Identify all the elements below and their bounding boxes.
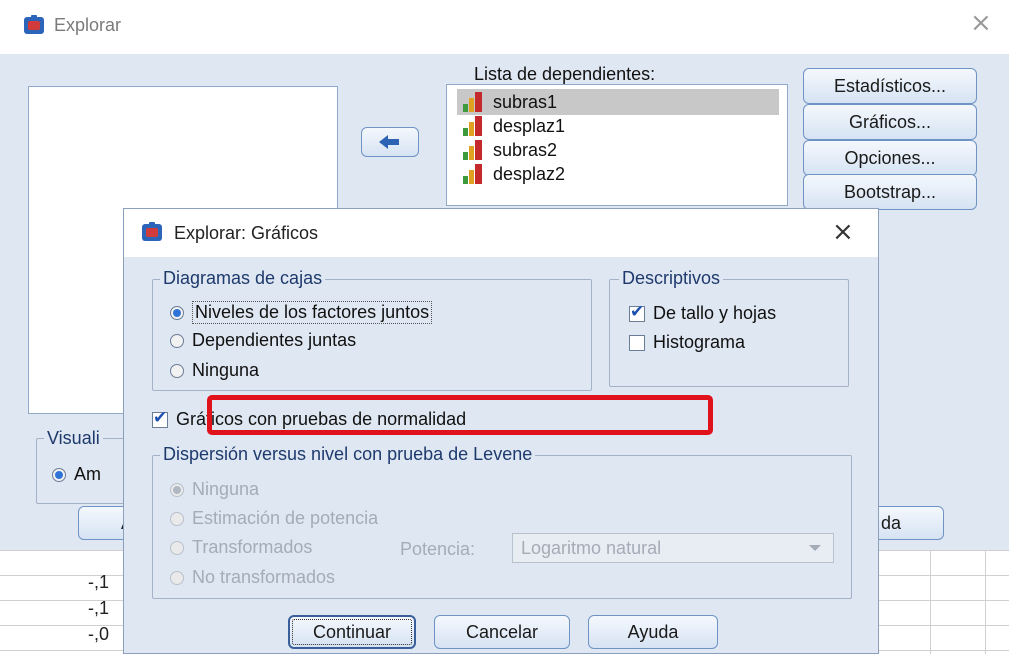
graficos-dialog: Explorar: Gráficos × Diagramas de cajas … [123, 208, 879, 654]
estimacion-potencia-radio[interactable]: Estimación de potencia [170, 508, 378, 529]
visualizacion-legend: Visuali [44, 428, 103, 449]
move-to-dependents-button[interactable] [361, 127, 419, 157]
estadisticos-button[interactable]: Estadísticos... [803, 68, 977, 104]
dependent-item-label: subras2 [493, 139, 558, 160]
dependents-list[interactable]: subras1 desplaz1 subras2 desplaz2 [446, 84, 788, 206]
chevron-down-icon [809, 545, 821, 551]
estimacion-potencia-label: Estimación de potencia [192, 508, 379, 528]
levene-ninguna-radio[interactable]: Ninguna [170, 479, 259, 500]
transformados-label: Transformados [192, 537, 313, 557]
radio-indicator [170, 540, 184, 555]
grid-line [985, 550, 986, 654]
scale-variable-icon [463, 116, 485, 136]
data-cell[interactable]: -,1 [88, 598, 109, 619]
radio-indicator [170, 333, 184, 348]
main-window-title: Explorar [54, 15, 122, 35]
ninguna-box-radio[interactable]: Ninguna [170, 360, 259, 381]
ninguna-box-label: Ninguna [192, 360, 260, 380]
ambos-label: Am [74, 464, 101, 484]
scale-variable-icon [463, 92, 485, 112]
ayuda-button[interactable]: Ayuda [588, 615, 718, 649]
dependientes-juntas-label: Dependientes juntas [192, 330, 357, 350]
dependents-list-label: Lista de dependientes: [474, 64, 656, 84]
continuar-button[interactable]: Continuar [288, 615, 416, 649]
checkbox-indicator [629, 302, 645, 322]
highlight-annotation-box [207, 395, 713, 435]
levene-legend: Dispersión versus nivel con prueba de Le… [160, 444, 536, 465]
no-transformados-radio[interactable]: No transformados [170, 567, 335, 588]
radio-indicator [170, 511, 184, 526]
niveles-factores-label: Niveles de los factores juntos [192, 301, 433, 324]
tallo-hojas-checkbox[interactable]: De tallo y hojas [629, 302, 777, 324]
checkbox-indicator [629, 334, 645, 351]
dependent-item[interactable]: desplaz1 [463, 113, 565, 139]
niveles-factores-radio[interactable]: Niveles de los factores juntos [170, 301, 433, 324]
dependent-item[interactable]: subras1 [463, 89, 557, 115]
main-title-bar: Explorar × [0, 0, 1009, 54]
potencia-label: Potencia: [400, 539, 476, 559]
opciones-button[interactable]: Opciones... [803, 140, 977, 176]
dependent-item-label: desplaz1 [493, 115, 566, 136]
dependent-item[interactable]: desplaz2 [463, 161, 565, 187]
dialog-close-icon[interactable]: × [832, 217, 854, 247]
graficos-button[interactable]: Gráficos... [803, 104, 977, 140]
scale-variable-icon [463, 164, 485, 184]
radio-indicator [52, 467, 66, 482]
no-transformados-label: No transformados [192, 567, 336, 587]
grid-line [930, 550, 931, 654]
radio-indicator [170, 363, 184, 378]
data-cell[interactable]: -,1 [88, 572, 109, 593]
ambos-radio[interactable]: Am [52, 464, 101, 485]
radio-indicator [170, 570, 184, 585]
histograma-checkbox[interactable]: Histograma [629, 332, 745, 353]
diagramas-de-cajas-legend: Diagramas de cajas [160, 268, 326, 289]
tallo-hojas-label: De tallo y hojas [653, 303, 777, 323]
arrow-left-icon [379, 135, 399, 149]
checkbox-indicator [152, 408, 168, 428]
spss-app-icon [22, 14, 46, 36]
dependent-item[interactable]: subras2 [463, 137, 557, 163]
levene-ninguna-label: Ninguna [192, 479, 260, 499]
dependent-item-label: subras1 [493, 91, 558, 112]
transformados-radio[interactable]: Transformados [170, 537, 312, 558]
potencia-select-value: Logaritmo natural [521, 538, 662, 558]
radio-indicator [170, 482, 184, 497]
cancelar-button[interactable]: Cancelar [434, 615, 570, 649]
potencia-select[interactable]: Logaritmo natural [512, 533, 834, 563]
main-close-icon[interactable]: × [970, 8, 992, 38]
dependientes-juntas-radio[interactable]: Dependientes juntas [170, 330, 356, 351]
radio-indicator [170, 305, 184, 320]
bootstrap-button[interactable]: Bootstrap... [803, 174, 977, 210]
dialog-title-bar: Explorar: Gráficos × [124, 209, 878, 257]
scale-variable-icon [463, 140, 485, 160]
spss-app-icon [140, 221, 164, 243]
dialog-title: Explorar: Gráficos [174, 223, 319, 243]
histograma-label: Histograma [653, 332, 746, 352]
descriptivos-legend: Descriptivos [619, 268, 724, 289]
data-cell[interactable]: -,0 [88, 624, 109, 645]
dependent-item-label: desplaz2 [493, 163, 566, 184]
